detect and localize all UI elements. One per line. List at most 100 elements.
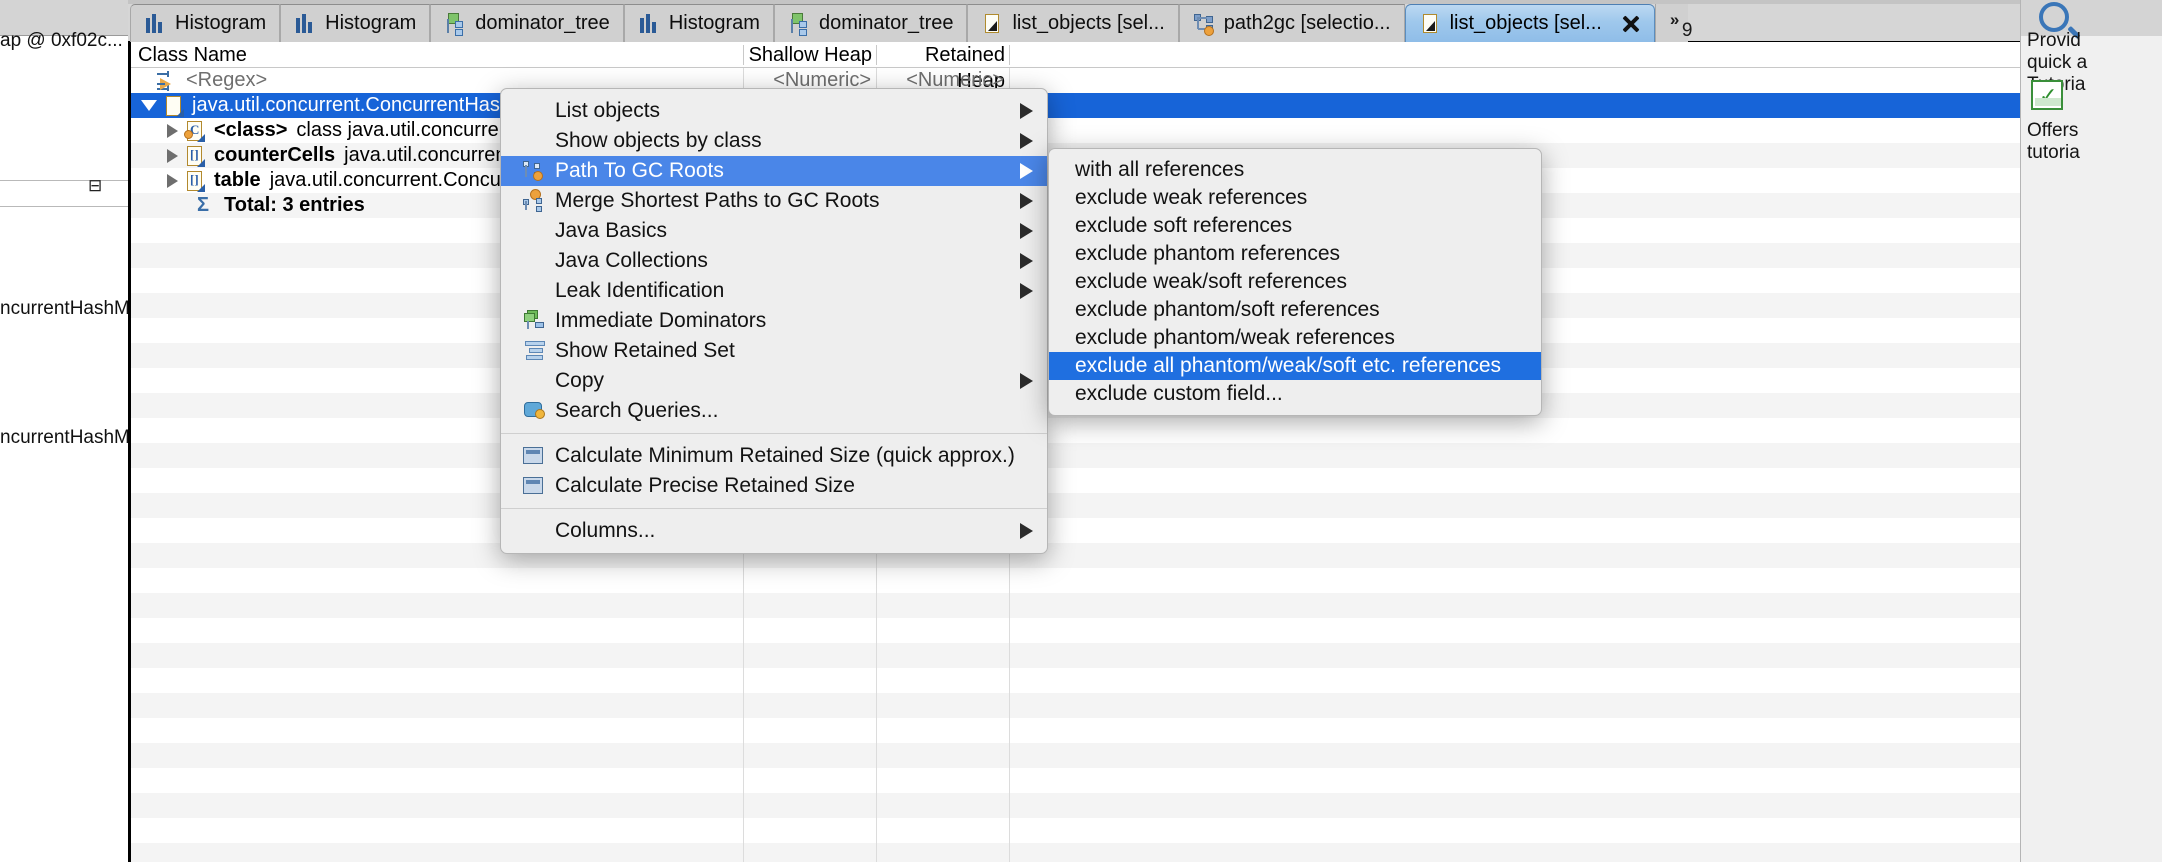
tab-path2gc[interactable]: path2gc [selectio... [1178, 4, 1405, 42]
app-window: ap @ 0xf02c... ⊟ ncurrentHashM ncurrentH… [0, 0, 2162, 864]
left-clipped-panel: ap @ 0xf02c... ⊟ ncurrentHashM ncurrentH… [0, 0, 128, 864]
submenu-arrow-icon [1020, 163, 1033, 179]
submenu-item-exclude-soft-references[interactable]: exclude soft references [1049, 212, 1541, 240]
submenu-item-exclude-weak-soft-references[interactable]: exclude weak/soft references [1049, 268, 1541, 296]
tab-dominator-tree-2[interactable]: dominator_tree [773, 4, 968, 42]
tab-overflow-button[interactable]: » 9 [1654, 4, 1692, 42]
editor-tab-bar: Histogram Histogram dominator_tree Histo… [128, 0, 2162, 42]
path2gc-icon [523, 160, 549, 182]
menu-item-path-to-gc-roots[interactable]: Path To GC Roots [501, 156, 1047, 186]
expand-collapse-twisty-icon[interactable] [167, 148, 178, 163]
submenu-item-exclude-weak-references[interactable]: exclude weak references [1049, 184, 1541, 212]
submenu-item-exclude-all-references[interactable]: exclude all phantom/weak/soft etc. refer… [1049, 352, 1541, 380]
tab-label: Histogram [668, 12, 760, 34]
column-header-shallow-heap[interactable]: Shallow Heap [744, 42, 877, 68]
empty-row [131, 443, 2162, 468]
file-icon [165, 95, 184, 117]
sigma-icon: Σ [196, 194, 209, 216]
left-divider-1 [0, 180, 128, 181]
submenu-arrow-icon [1020, 283, 1033, 299]
table-filter-row[interactable]: <Regex> <Numeric> <Numeric> [131, 68, 2162, 93]
right-text-5: tutoria [2027, 142, 2080, 163]
calculator-icon [523, 445, 549, 467]
empty-row [131, 518, 2162, 543]
expand-collapse-twisty-icon[interactable] [167, 173, 178, 188]
context-menu[interactable]: List objects Show objects by class Path … [500, 88, 1048, 554]
menu-item-merge-shortest-paths[interactable]: Merge Shortest Paths to GC Roots [501, 186, 1047, 216]
table-row[interactable]: java.util.concurrent.ConcurrentHashMap @… [131, 93, 2162, 118]
table-header-row: Class Name Shallow Heap Retained Heap [131, 42, 2162, 92]
search-icon[interactable] [2039, 2, 2069, 32]
tab-dominator-tree-1[interactable]: dominator_tree [430, 4, 624, 42]
tutorial-check-icon: ✓ [2031, 80, 2063, 110]
submenu-item-exclude-phantom-soft-references[interactable]: exclude phantom/soft references [1049, 296, 1541, 324]
menu-item-columns[interactable]: Columns... [501, 516, 1047, 546]
column-divider[interactable] [1009, 44, 1010, 65]
empty-row [131, 618, 2162, 643]
tab-label: dominator_tree [818, 12, 954, 34]
empty-row [131, 643, 2162, 668]
total-label: Total: 3 entries [224, 194, 365, 216]
left-row-label-2: ncurrentHashM [0, 427, 128, 448]
empty-row [131, 493, 2162, 518]
array-icon: [] [186, 145, 205, 167]
empty-row [131, 843, 2162, 864]
right-clipped-panel: Provid quick a Tutoria ✓ Offers tutoria [2020, 0, 2162, 864]
class-icon: C [184, 120, 205, 142]
tab-list-objects-1[interactable]: list_objects [sel... [967, 4, 1179, 42]
menu-item-leak-identification[interactable]: Leak Identification [501, 276, 1047, 306]
left-minimize-glyph[interactable]: ⊟ [88, 176, 103, 196]
right-text-2: quick a [2027, 52, 2088, 73]
empty-row [131, 743, 2162, 768]
path-to-gc-roots-submenu[interactable]: with all references exclude weak referen… [1048, 148, 1542, 416]
submenu-arrow-icon [1020, 253, 1033, 269]
immediate-dominators-icon [523, 310, 549, 332]
submenu-arrow-icon [1020, 223, 1033, 239]
menu-item-copy[interactable]: Copy [501, 366, 1047, 396]
empty-row [131, 693, 2162, 718]
right-text-4: Offers [2027, 120, 2079, 141]
expand-collapse-twisty-icon[interactable] [167, 123, 178, 138]
submenu-item-exclude-phantom-weak-references[interactable]: exclude phantom/weak references [1049, 324, 1541, 352]
tab-histogram-3[interactable]: Histogram [623, 4, 774, 42]
submenu-item-with-all-references[interactable]: with all references [1049, 156, 1541, 184]
tab-label: Histogram [325, 12, 417, 34]
expand-collapse-twisty-icon[interactable] [141, 100, 157, 111]
empty-row [131, 568, 2162, 593]
submenu-item-exclude-phantom-references[interactable]: exclude phantom references [1049, 240, 1541, 268]
menu-item-calculate-minimum-retained-size[interactable]: Calculate Minimum Retained Size (quick a… [501, 441, 1047, 471]
row-field-name: <class> [214, 119, 288, 141]
right-text-1: Provid [2027, 30, 2081, 51]
empty-row [131, 668, 2162, 693]
empty-row [131, 593, 2162, 618]
menu-item-java-collections[interactable]: Java Collections [501, 246, 1047, 276]
column-header-class-name[interactable]: Class Name [131, 42, 744, 68]
menu-separator [501, 508, 1047, 509]
menu-item-search-queries[interactable]: Search Queries... [501, 396, 1047, 426]
filter-regex-text: <Regex> [186, 69, 268, 91]
histogram-icon [144, 13, 166, 35]
menu-item-java-basics[interactable]: Java Basics [501, 216, 1047, 246]
submenu-item-exclude-custom-field[interactable]: exclude custom field... [1049, 380, 1541, 408]
menu-item-show-retained-set[interactable]: Show Retained Set [501, 336, 1047, 366]
submenu-arrow-icon [1020, 193, 1033, 209]
close-icon[interactable] [1621, 14, 1641, 34]
row-field-name: table [214, 169, 261, 191]
table-row[interactable]: C <class> class java.util.concurrent.Con [131, 118, 2162, 143]
tab-label: list_objects [sel... [1012, 12, 1165, 34]
path2gc-icon [1193, 13, 1215, 36]
menu-item-immediate-dominators[interactable]: Immediate Dominators [501, 306, 1047, 336]
tab-label: list_objects [sel... [1449, 12, 1602, 34]
tab-list-objects-active[interactable]: list_objects [sel... [1404, 4, 1655, 42]
empty-row [131, 468, 2162, 493]
empty-row [131, 418, 2162, 443]
left-heap-label: ap @ 0xf02c... [0, 30, 123, 51]
tab-histogram-2[interactable]: Histogram [280, 4, 431, 42]
tab-histogram-1[interactable]: Histogram [130, 4, 281, 42]
calculator-icon [523, 475, 549, 497]
menu-item-list-objects[interactable]: List objects [501, 96, 1047, 126]
menu-item-calculate-precise-retained-size[interactable]: Calculate Precise Retained Size [501, 471, 1047, 501]
left-divider-2 [0, 206, 128, 207]
column-header-retained-heap[interactable]: Retained Heap [877, 42, 1010, 92]
menu-item-show-objects-by-class[interactable]: Show objects by class [501, 126, 1047, 156]
